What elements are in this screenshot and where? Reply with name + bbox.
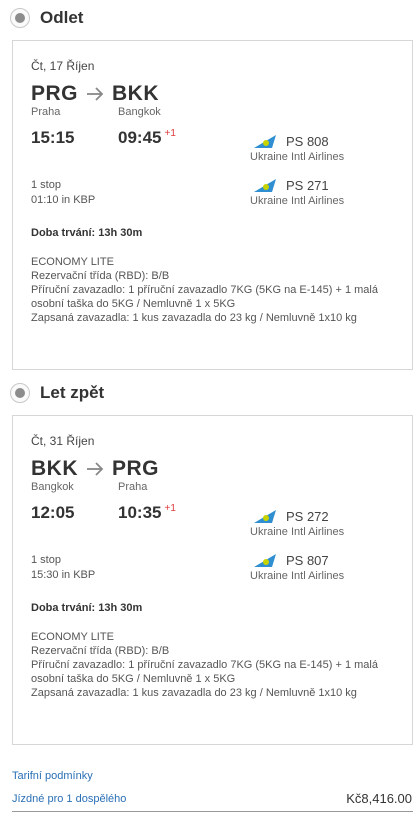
origin-city: Praha bbox=[31, 106, 61, 118]
origin-city: Bangkok bbox=[31, 481, 74, 493]
outbound-title: Odlet bbox=[40, 8, 84, 27]
fare-details: ECONOMY LITE Rezervační třída (RBD): B/B… bbox=[31, 630, 401, 700]
outbound-header[interactable]: Odlet bbox=[10, 8, 83, 28]
passenger-fare-link[interactable]: Jízdné pro 1 dospělého bbox=[12, 793, 126, 805]
airline-logo-icon bbox=[254, 510, 276, 523]
flight-number: PS 807 bbox=[286, 553, 329, 568]
airline-name: Ukraine Intl Airlines bbox=[250, 570, 345, 582]
flight-segment: PS 272 Ukraine Intl Airlines bbox=[250, 508, 344, 538]
outbound-route: PRG BKK bbox=[31, 82, 159, 106]
booking-class: Rezervační třída (RBD): B/B bbox=[31, 645, 170, 657]
checked-baggage-info: Zapsaná zavazadla: 1 kus zavazadla do 23… bbox=[31, 312, 357, 324]
return-card: Čt, 31 Říjen BKK PRG Bangkok Praha 12:05… bbox=[12, 415, 413, 745]
fare-details: ECONOMY LITE Rezervační třída (RBD): B/B… bbox=[31, 255, 401, 325]
destination-code: PRG bbox=[112, 457, 160, 480]
arrival-time: 10:35 bbox=[118, 503, 162, 522]
destination-city: Praha bbox=[118, 481, 148, 493]
return-route: BKK PRG bbox=[31, 457, 159, 481]
fare-class: ECONOMY LITE bbox=[31, 256, 114, 268]
stops-count: 1 stop bbox=[31, 179, 61, 191]
airline-name: Ukraine Intl Airlines bbox=[250, 526, 345, 538]
outbound-radio[interactable] bbox=[10, 8, 30, 28]
total-price: Kč8,416.00 bbox=[346, 791, 412, 806]
arrow-right-icon bbox=[87, 87, 104, 101]
day-offset: +1 bbox=[164, 128, 176, 139]
flight-number: PS 271 bbox=[286, 178, 329, 193]
return-title: Let zpět bbox=[40, 383, 105, 402]
carry-on-info: Příruční zavazadlo: 1 příruční zavazadlo… bbox=[31, 284, 378, 310]
destination-code: BKK bbox=[112, 82, 160, 105]
departure-time: 12:05 bbox=[31, 503, 75, 522]
departure-time: 15:15 bbox=[31, 128, 75, 147]
return-header[interactable]: Let zpět bbox=[10, 383, 104, 403]
arrival-time: 09:45 bbox=[118, 128, 162, 147]
outbound-card: Čt, 17 Říjen PRG BKK Praha Bangkok 15:15… bbox=[12, 40, 413, 370]
outbound-date: Čt, 17 Říjen bbox=[31, 59, 95, 73]
flight-segment: PS 808 Ukraine Intl Airlines bbox=[250, 133, 344, 163]
airline-logo-icon bbox=[254, 135, 276, 148]
fare-rules-link[interactable]: Tarifní podmínky bbox=[12, 770, 93, 782]
layover-info: 01:10 in KBP bbox=[31, 194, 96, 206]
origin-code: PRG bbox=[31, 82, 79, 105]
airline-logo-icon bbox=[254, 179, 276, 192]
booking-class: Rezervační třída (RBD): B/B bbox=[31, 270, 170, 282]
flight-number: PS 272 bbox=[286, 509, 329, 524]
duration: Doba trvání: 13h 30m bbox=[31, 602, 143, 614]
destination-city: Bangkok bbox=[118, 106, 161, 118]
arrow-right-icon bbox=[87, 462, 104, 476]
stops-count: 1 stop bbox=[31, 554, 61, 566]
flight-segment: PS 807 Ukraine Intl Airlines bbox=[250, 552, 344, 582]
flight-number: PS 808 bbox=[286, 134, 329, 149]
day-offset: +1 bbox=[164, 503, 176, 514]
return-date: Čt, 31 Říjen bbox=[31, 434, 95, 448]
origin-code: BKK bbox=[31, 457, 78, 480]
fare-class: ECONOMY LITE bbox=[31, 631, 114, 643]
stops-info: 1 stop 01:10 in KBP bbox=[31, 178, 95, 208]
airline-name: Ukraine Intl Airlines bbox=[250, 151, 345, 163]
return-radio[interactable] bbox=[10, 383, 30, 403]
radio-dot-icon bbox=[15, 13, 25, 23]
flight-segment: PS 271 Ukraine Intl Airlines bbox=[250, 177, 344, 207]
arrival-time-wrap: 10:35 +1 bbox=[118, 503, 176, 523]
carry-on-info: Příruční zavazadlo: 1 příruční zavazadlo… bbox=[31, 659, 378, 685]
layover-info: 15:30 in KBP bbox=[31, 569, 96, 581]
radio-dot-icon bbox=[15, 388, 25, 398]
airline-name: Ukraine Intl Airlines bbox=[250, 195, 345, 207]
duration: Doba trvání: 13h 30m bbox=[31, 227, 143, 239]
airline-logo-icon bbox=[254, 554, 276, 567]
divider bbox=[12, 811, 413, 812]
stops-info: 1 stop 15:30 in KBP bbox=[31, 553, 95, 583]
checked-baggage-info: Zapsaná zavazadla: 1 kus zavazadla do 23… bbox=[31, 687, 357, 699]
arrival-time-wrap: 09:45 +1 bbox=[118, 128, 176, 148]
